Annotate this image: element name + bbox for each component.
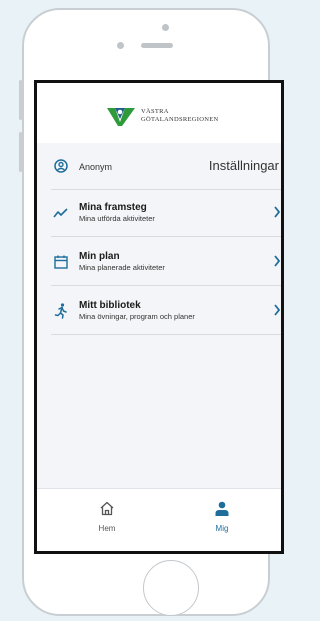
vgr-logo-icon bbox=[107, 108, 135, 126]
chevron-right-icon bbox=[274, 255, 281, 267]
running-person-icon bbox=[51, 303, 71, 319]
profile-row: Anonym Inställningar bbox=[51, 145, 281, 187]
phone-speaker bbox=[141, 43, 173, 48]
bottom-navigation: Hem Mig bbox=[37, 488, 281, 551]
person-icon bbox=[215, 501, 229, 516]
home-icon bbox=[100, 501, 114, 516]
settings-link[interactable]: Inställningar bbox=[209, 158, 279, 173]
calendar-icon bbox=[51, 255, 71, 269]
divider bbox=[51, 189, 281, 190]
menu-item-plan[interactable]: Min plan Mina planerade aktiviteter bbox=[51, 241, 281, 283]
divider bbox=[51, 236, 281, 237]
logo-line-1: VÄSTRA bbox=[141, 108, 169, 115]
menu-item-progress[interactable]: Mina framsteg Mina utförda aktiviteter bbox=[51, 192, 281, 234]
menu-item-subtitle: Mina planerade aktiviteter bbox=[79, 263, 165, 272]
nav-tab-label: Hem bbox=[98, 524, 116, 533]
menu-item-title: Mina framsteg bbox=[79, 202, 147, 213]
nav-tab-me[interactable]: Mig bbox=[192, 501, 252, 533]
divider bbox=[51, 334, 281, 335]
nav-tab-home[interactable]: Hem bbox=[77, 501, 137, 533]
menu-item-subtitle: Mina övningar, program och planer bbox=[79, 312, 195, 321]
profile-name: Anonym bbox=[79, 162, 113, 172]
phone-home-button[interactable] bbox=[143, 560, 199, 616]
divider bbox=[51, 285, 281, 286]
menu-item-subtitle: Mina utförda aktiviteter bbox=[79, 214, 155, 223]
chevron-right-icon bbox=[274, 206, 281, 218]
trend-line-icon bbox=[51, 207, 71, 219]
chevron-right-icon bbox=[274, 304, 281, 316]
vgr-logo: VÄSTRA GÖTALANDSREGIONEN bbox=[105, 105, 219, 127]
phone-camera bbox=[117, 42, 124, 49]
app-screen: VÄSTRA GÖTALANDSREGIONEN Anonym Inställn… bbox=[34, 80, 284, 554]
menu-item-title: Min plan bbox=[79, 251, 120, 262]
user-circle-icon bbox=[51, 159, 71, 173]
logo-line-2: GÖTALANDSREGIONEN bbox=[141, 116, 219, 123]
menu-item-title: Mitt bibliotek bbox=[79, 300, 141, 311]
phone-sensor bbox=[162, 24, 169, 31]
menu-item-library[interactable]: Mitt bibliotek Mina övningar, program oc… bbox=[51, 290, 281, 332]
app-header: VÄSTRA GÖTALANDSREGIONEN bbox=[37, 83, 281, 143]
nav-tab-label: Mig bbox=[215, 524, 229, 533]
